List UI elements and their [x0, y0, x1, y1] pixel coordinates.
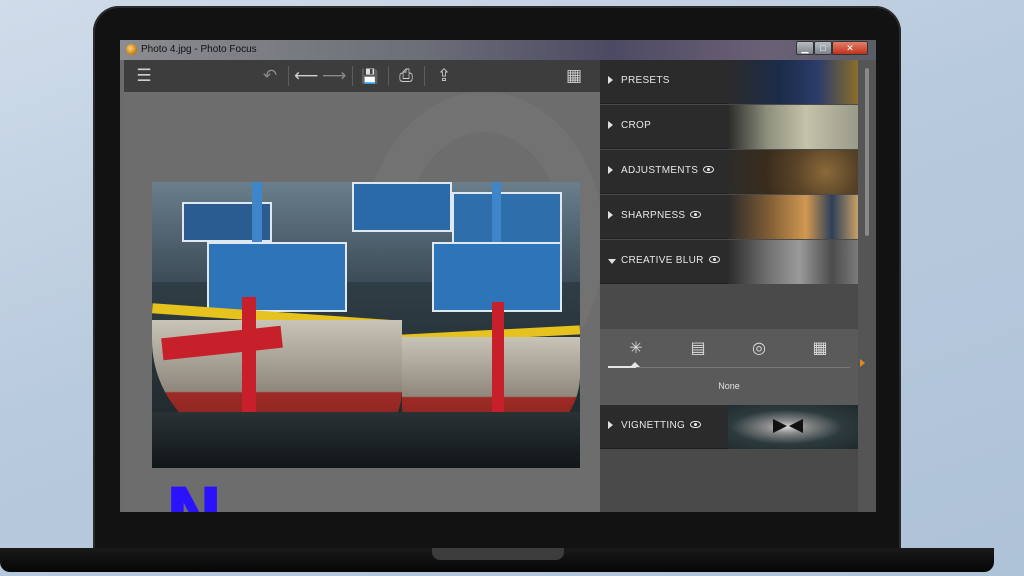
blur-linear-icon[interactable]: ▤ [686, 339, 710, 359]
expand-panel-icon[interactable] [860, 359, 865, 367]
blur-custom-icon[interactable]: ▦ [808, 339, 832, 359]
chevron-right-icon [608, 121, 613, 129]
section-label: CROP [621, 120, 652, 131]
section-label-text: VIGNETTING [621, 420, 686, 431]
presets-thumbnail [728, 60, 858, 104]
chevron-right-icon [608, 166, 613, 174]
section-creative-blur[interactable]: CREATIVE BLUR [600, 240, 858, 284]
section-label-text: CREATIVE BLUR [621, 255, 704, 266]
scrollbar-thumb[interactable] [865, 68, 869, 236]
laptop-notch [432, 548, 564, 560]
creative-blur-thumbnail [728, 240, 858, 284]
vignetting-thumbnail [728, 405, 858, 449]
bowtie-icon [773, 419, 803, 433]
title-bar[interactable]: Photo 4.jpg - Photo Focus ▁ □ ✕ [120, 40, 876, 60]
blur-radial-icon[interactable]: ◎ [747, 339, 771, 359]
maximize-button[interactable]: □ [814, 41, 832, 55]
section-crop[interactable]: CROP [600, 105, 858, 149]
section-label: VIGNETTING [621, 420, 702, 431]
section-label: PRESETS [621, 75, 670, 86]
toolbar: ☰ ↶ ⟵ ⟶ 💾 ⎙ ⇪ ▦ [124, 60, 600, 92]
blur-slider-track[interactable] [608, 367, 850, 368]
toolbar-divider [288, 66, 289, 86]
close-button[interactable]: ✕ [832, 41, 868, 55]
section-sharpness[interactable]: SHARPNESS [600, 195, 858, 239]
section-presets[interactable]: PRESETS [600, 60, 858, 104]
adjustments-thumbnail [728, 150, 858, 194]
side-panel: PRESETS CROP ADJUSTMENTS SHARPNESS CREAT… [600, 60, 876, 512]
section-label: SHARPNESS [621, 210, 702, 221]
crop-thumbnail [728, 105, 858, 149]
eye-icon[interactable] [690, 421, 702, 428]
photo-image[interactable] [152, 182, 580, 468]
revert-icon[interactable]: ↶ [258, 65, 282, 87]
sharpness-thumbnail [728, 195, 858, 239]
photo-boat-cabin [207, 242, 347, 312]
section-vignetting[interactable]: VIGNETTING [600, 405, 858, 449]
toolbar-divider [388, 66, 389, 86]
blur-slider-handle[interactable] [630, 362, 640, 367]
section-label-text: ADJUSTMENTS [621, 165, 699, 176]
grid-view-icon[interactable]: ▦ [562, 65, 586, 87]
eye-icon[interactable] [703, 166, 715, 173]
toolbar-divider [352, 66, 353, 86]
section-adjustments[interactable]: ADJUSTMENTS [600, 150, 858, 194]
eye-icon[interactable] [708, 256, 720, 263]
chevron-right-icon [608, 76, 613, 84]
toolbar-divider [424, 66, 425, 86]
app-window: Photo 4.jpg - Photo Focus ▁ □ ✕ ☰ ↶ ⟵ ⟶ … [120, 40, 876, 512]
undo-icon[interactable]: ⟵ [294, 65, 318, 87]
photo-water [152, 412, 580, 468]
share-icon[interactable]: ⇪ [432, 65, 456, 87]
section-label: ADJUSTMENTS [621, 165, 715, 176]
save-icon[interactable]: 💾 [358, 65, 382, 87]
app-logo-icon [126, 44, 137, 55]
print-icon[interactable]: ⎙ [394, 65, 418, 87]
watermark-logo: N [164, 479, 224, 512]
section-label-text: SHARPNESS [621, 210, 686, 221]
blur-none-icon[interactable]: ✳ [624, 339, 648, 359]
chevron-down-icon [608, 259, 616, 264]
eye-icon[interactable] [690, 211, 702, 218]
chevron-right-icon [608, 421, 613, 429]
redo-icon[interactable]: ⟶ [322, 65, 346, 87]
photo-canvas[interactable]: N [124, 92, 604, 512]
creative-blur-options: ✳ ▤ ◎ ▦ None [600, 329, 858, 405]
menu-icon[interactable]: ☰ [132, 65, 156, 87]
blur-value-label: None [718, 381, 740, 391]
photo-boat-cabin [352, 182, 452, 232]
section-label: CREATIVE BLUR [621, 255, 720, 266]
window-title: Photo 4.jpg - Photo Focus [141, 44, 257, 55]
chevron-right-icon [608, 211, 613, 219]
minimize-button[interactable]: ▁ [796, 41, 814, 55]
